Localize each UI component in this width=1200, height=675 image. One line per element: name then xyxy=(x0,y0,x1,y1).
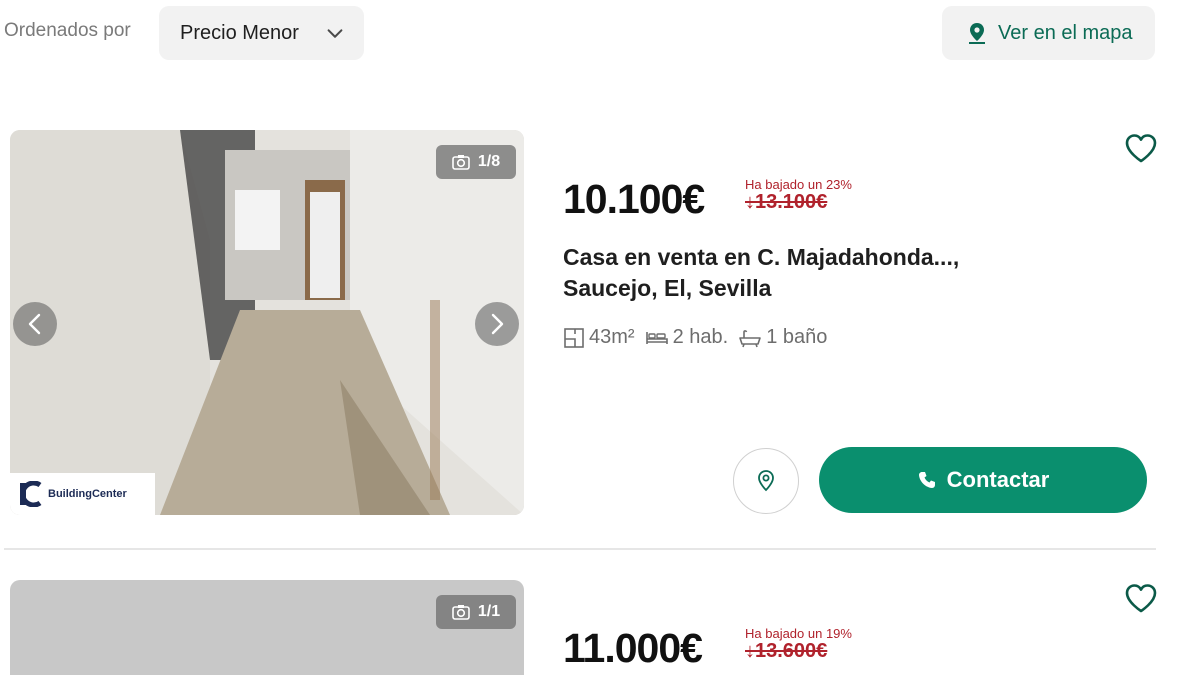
view-map-label: Ver en el mapa xyxy=(998,21,1133,44)
listing-title-line2[interactable]: Saucejo, El, Sevilla xyxy=(563,273,1063,304)
favorite-heart-icon[interactable] xyxy=(1124,132,1158,166)
room-photo-illustration xyxy=(10,130,524,515)
photo-counter-text: 1/1 xyxy=(477,603,501,620)
chevron-right-icon xyxy=(491,313,504,335)
listing-title-line1[interactable]: Casa en venta en C. Majadahonda..., xyxy=(563,242,1063,273)
agency-logo: BuildingCenter xyxy=(10,473,155,515)
listing-photo[interactable]: 1/8 BuildingCenter xyxy=(10,130,524,515)
camera-icon xyxy=(452,155,470,170)
agency-logo-text: BuildingCenter xyxy=(48,488,127,500)
location-pin-icon xyxy=(758,470,774,492)
listing-divider xyxy=(4,548,1156,550)
feature-baths-text: 1 baño xyxy=(766,326,828,348)
feature-rooms-text: 2 hab. xyxy=(672,326,729,348)
sort-select-value: Precio Menor xyxy=(180,21,299,44)
next-photo-button[interactable] xyxy=(475,302,519,346)
price-drop-message: Ha bajado un 19% xyxy=(745,626,852,641)
sort-select[interactable]: Precio Menor xyxy=(159,6,364,60)
listing-price: 10.100€ xyxy=(563,176,705,222)
phone-icon xyxy=(918,472,935,488)
chevron-left-icon xyxy=(28,313,41,335)
photo-counter: 1/8 xyxy=(436,145,516,179)
photo-counter-text: 1/8 xyxy=(477,153,501,170)
chevron-down-icon xyxy=(327,29,343,38)
contact-button[interactable]: Contactar xyxy=(819,447,1147,513)
sort-label: Ordenados por xyxy=(4,20,131,41)
location-button[interactable] xyxy=(733,448,799,514)
feature-area: 43m² xyxy=(563,326,635,349)
price-drop: Ha bajado un 19% ↓13.600€ xyxy=(745,626,852,663)
previous-photo-button[interactable] xyxy=(13,302,57,346)
photo-counter: 1/1 xyxy=(436,595,516,629)
contact-button-label: Contactar xyxy=(946,467,1050,492)
camera-icon xyxy=(452,605,470,620)
feature-area-text: 43m² xyxy=(589,326,635,348)
price-drop-message: Ha bajado un 23% xyxy=(745,177,852,192)
old-price: ↓13.100€ xyxy=(745,191,828,213)
listing-title[interactable]: Casa en venta en C. Majadahonda..., Sauc… xyxy=(563,242,1063,304)
listing-photo[interactable]: 1/1 xyxy=(10,580,524,675)
bed-icon xyxy=(645,331,668,344)
buildingcenter-logo-icon xyxy=(20,481,42,507)
listing-price: 11.000€ xyxy=(563,625,703,671)
listing-card[interactable]: 1/1 11.000€ Ha bajado un 19% ↓13.600€ xyxy=(0,580,1160,675)
old-price: ↓13.600€ xyxy=(745,640,828,662)
view-map-button[interactable]: Ver en el mapa xyxy=(942,6,1155,60)
floor-plan-icon xyxy=(564,327,584,348)
feature-baths: 1 baño xyxy=(738,326,827,349)
bathtub-icon xyxy=(739,329,761,347)
price-drop: Ha bajado un 23% ↓13.100€ xyxy=(745,177,852,214)
listing-features: 43m² 2 hab. 1 baño xyxy=(563,326,827,349)
favorite-heart-icon[interactable] xyxy=(1124,582,1158,616)
feature-rooms: 2 hab. xyxy=(645,326,729,349)
map-pin-icon xyxy=(969,23,985,44)
listing-card[interactable]: 1/8 BuildingCenter 10.100€ Ha bajado un … xyxy=(0,130,1160,550)
